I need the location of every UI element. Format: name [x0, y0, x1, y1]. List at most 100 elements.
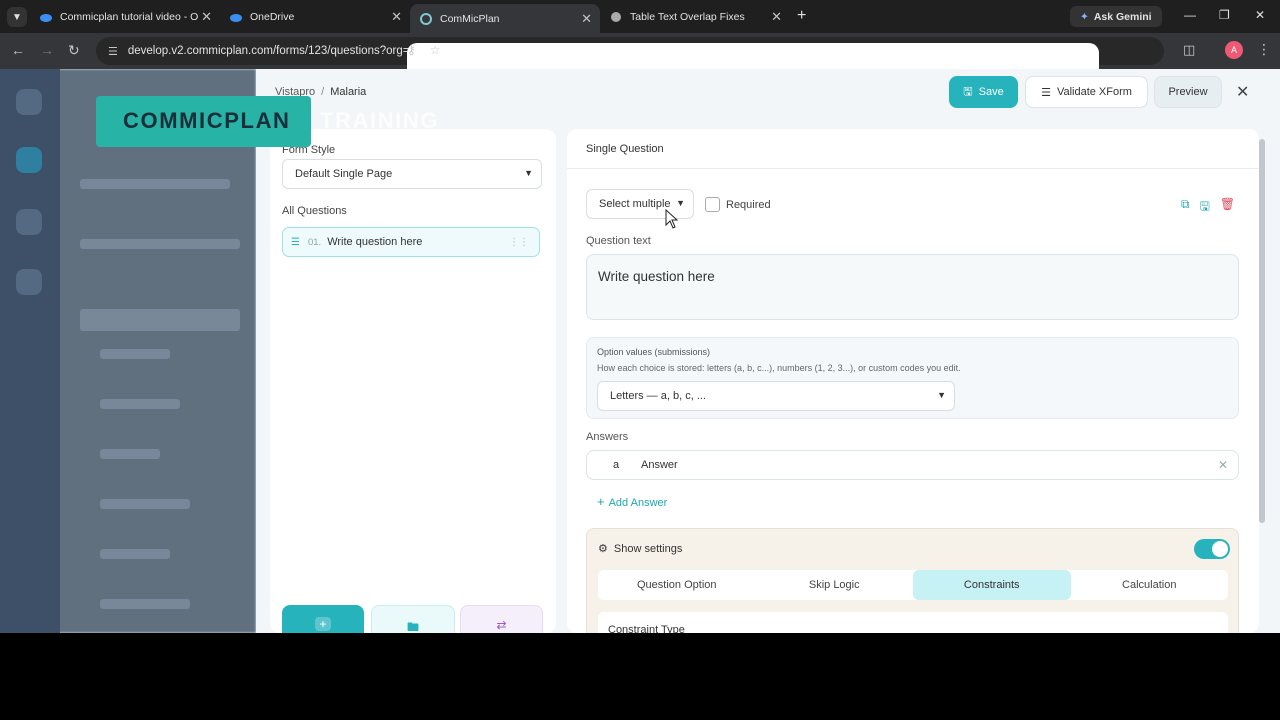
new-tab-button[interactable]: +: [797, 7, 806, 25]
plus-icon: +: [597, 494, 605, 509]
floppy-disk-icon: 🖫: [963, 85, 973, 98]
chevron-down-icon: ▼: [524, 168, 533, 178]
ask-gemini-button[interactable]: ✦ Ask Gemini: [1070, 6, 1162, 27]
tab-constraints[interactable]: Constraints: [913, 570, 1071, 600]
drag-handle-icon[interactable]: ⋮⋮: [509, 237, 529, 248]
editor-title: Single Question: [567, 129, 1259, 169]
breadcrumb-current: Malaria: [330, 86, 367, 98]
option-values-select[interactable]: Letters — a, b, c, ... ▼: [597, 381, 955, 411]
form-style-select[interactable]: Default Single Page ▼: [282, 159, 542, 189]
answer-letter: a: [613, 459, 620, 471]
extensions-icon[interactable]: ◫: [1183, 42, 1195, 58]
blurred-shape: [80, 239, 240, 249]
editor-scrollbar[interactable]: [1259, 139, 1265, 523]
ask-gemini-label: Ask Gemini: [1093, 10, 1152, 23]
browser-tab-4[interactable]: Table Text Overlap Fixes ✕: [600, 5, 790, 29]
validate-label: Validate XForm: [1056, 86, 1132, 98]
folder-icon: 🖿: [406, 620, 419, 633]
tab-title: Commicplan tutorial video - O: [60, 11, 199, 23]
add-group-button[interactable]: 🖿: [371, 605, 455, 633]
site-info-icon[interactable]: ☰: [108, 45, 118, 58]
tab-question-option[interactable]: Question Option: [598, 570, 756, 600]
blurred-shape: [100, 549, 170, 559]
tab-calculation[interactable]: Calculation: [1071, 570, 1229, 600]
blurred-shape: [16, 89, 42, 115]
answer-text: Answer: [641, 459, 678, 471]
blurred-shape: [16, 147, 42, 173]
remove-answer-icon[interactable]: ✕: [1218, 458, 1228, 472]
url-omnibox[interactable]: ☰ develop.v2.commicplan.com/forms/123/qu…: [96, 37, 1164, 547]
questions-panel: Form Style Default Single Page ▼ All Que…: [270, 129, 556, 633]
settings-tabs: Question Option Skip Logic Constraints C…: [598, 570, 1228, 600]
option-values-title: Option values (submissions): [597, 347, 711, 357]
plus-icon: +: [315, 617, 331, 631]
all-questions-label: All Questions: [282, 205, 347, 217]
close-icon[interactable]: ✕: [391, 9, 402, 25]
question-list-item[interactable]: ☰ 01. Write question here ⋮⋮: [282, 227, 540, 257]
add-answer-button[interactable]: + Add Answer: [597, 494, 667, 509]
add-answer-label: Add Answer: [608, 497, 668, 509]
sparkle-icon: ✦: [1080, 10, 1089, 23]
profile-avatar[interactable]: A: [1225, 41, 1243, 59]
close-icon[interactable]: ✕: [581, 11, 592, 27]
kebab-menu-icon[interactable]: ⋮: [1257, 41, 1271, 58]
single-question-editor: Single Question Select multiple ▼ Requir…: [567, 129, 1259, 633]
blurred-shape: [80, 309, 240, 331]
required-label: Required: [726, 199, 771, 211]
save-icon[interactable]: 🖫: [1200, 197, 1210, 218]
save-button[interactable]: 🖫 Save: [949, 76, 1018, 108]
repeat-group-button[interactable]: ⇄: [460, 605, 543, 633]
forward-arrow-icon[interactable]: →: [40, 42, 54, 58]
question-text-label: Question text: [586, 235, 651, 247]
blurred-shape: [80, 179, 230, 189]
answers-label: Answers: [586, 431, 629, 443]
overlay-suffix-text: TRAINING: [320, 108, 440, 133]
question-type-value: Select multiple: [599, 198, 671, 210]
maximize-icon[interactable]: ❐: [1219, 8, 1230, 22]
minimize-icon[interactable]: —: [1184, 8, 1196, 22]
mouse-cursor-icon: [665, 208, 679, 234]
chevron-down-icon: ▼: [676, 198, 685, 208]
option-values-help: How each choice is stored: letters (a, b…: [597, 363, 961, 373]
trash-icon[interactable]: 🗑: [1220, 197, 1235, 218]
duplicate-icon[interactable]: ⧉: [1181, 197, 1190, 218]
browser-tab-bar: ▼ Commicplan tutorial video - O ✕ OneDri…: [0, 0, 1280, 33]
question-actions: ⧉ 🖫 🗑: [1181, 197, 1235, 218]
overlay-brand-text: COMMICPLAN: [123, 108, 291, 133]
browser-tab-1[interactable]: Commicplan tutorial video - O ✕: [30, 5, 220, 29]
reload-icon[interactable]: ↻: [68, 42, 80, 59]
cloud-icon: [230, 11, 242, 23]
repeat-icon: ⇄: [496, 618, 507, 632]
browser-tab-3[interactable]: ComMicPlan ✕: [410, 4, 600, 33]
required-checkbox[interactable]: [705, 197, 720, 212]
close-icon[interactable]: ✕: [201, 9, 212, 25]
option-values-box: Option values (submissions) How each cho…: [586, 337, 1239, 419]
preview-button[interactable]: Preview: [1154, 76, 1222, 108]
blurred-shape: [100, 599, 190, 609]
settings-panel: ⚙ Show settings Question Option Skip Logi…: [586, 528, 1239, 633]
globe-icon: [610, 11, 622, 23]
close-icon[interactable]: ✕: [771, 9, 782, 25]
browser-tab-2[interactable]: OneDrive ✕: [220, 5, 410, 29]
tab-search-button[interactable]: ▼: [7, 7, 27, 27]
back-arrow-icon[interactable]: ←: [11, 42, 25, 58]
form-editor-sheet: Vistapro / Malaria 🖫 Save ☰ Validate XForm…: [256, 69, 1280, 633]
tab-skip-logic[interactable]: Skip Logic: [756, 570, 914, 600]
close-editor-icon[interactable]: ✕: [1236, 82, 1249, 102]
browser-address-bar: ← → ↻ ☰ develop.v2.commicplan.com/forms/…: [0, 33, 1280, 547]
show-settings-toggle[interactable]: [1194, 539, 1230, 559]
window-close-icon[interactable]: ✕: [1255, 8, 1265, 22]
add-question-button[interactable]: +: [282, 605, 364, 633]
app-logo-icon: [420, 12, 432, 25]
blurred-shape: [16, 269, 42, 295]
toggle-knob: [1212, 541, 1228, 557]
blurred-shape: [16, 209, 42, 235]
tab-title: Table Text Overlap Fixes: [630, 11, 745, 23]
answer-row[interactable]: a Answer ✕: [586, 450, 1239, 480]
page-viewport: Vistapro / Malaria 🖫 Save ☰ Validate XForm…: [0, 69, 1280, 633]
letterbox-bar: [0, 633, 1280, 720]
validate-xform-button[interactable]: ☰ Validate XForm: [1025, 76, 1148, 108]
blurred-shape: [100, 349, 170, 359]
blurred-shape: [100, 449, 160, 459]
question-text-input[interactable]: Write question here: [586, 254, 1239, 320]
